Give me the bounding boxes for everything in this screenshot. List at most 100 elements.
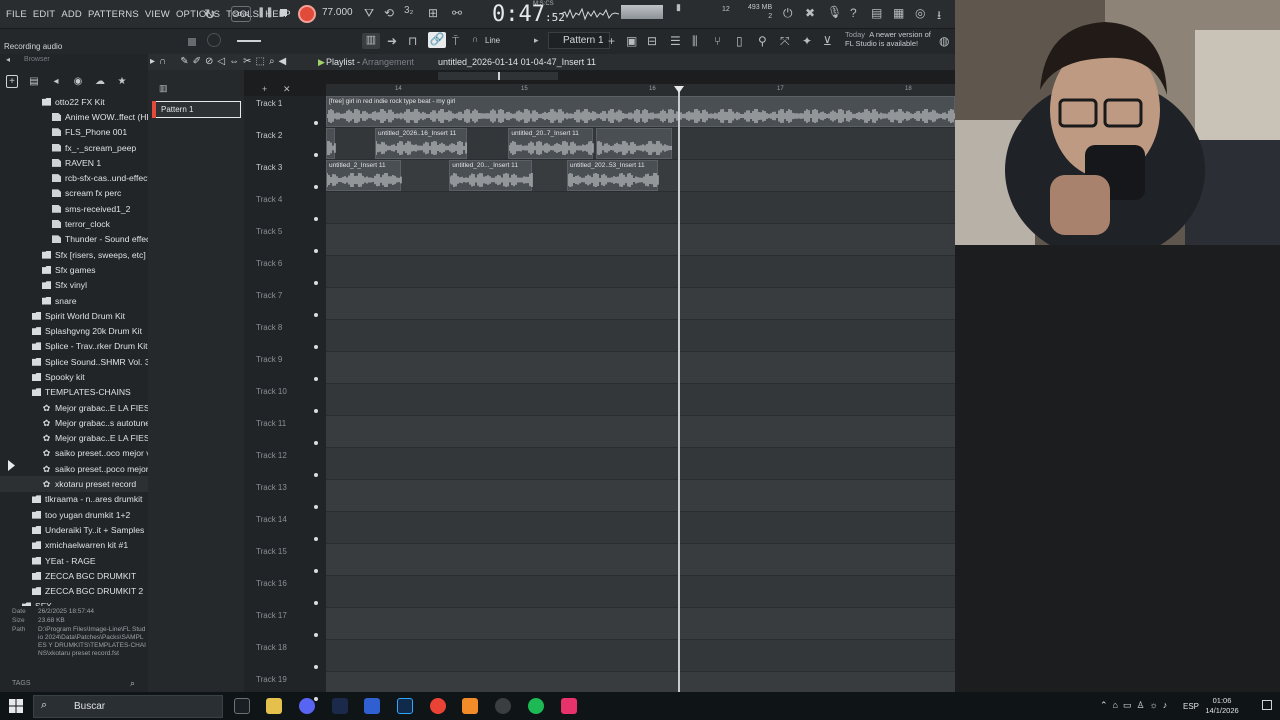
track-name[interactable]: Track 6 [256,259,282,268]
track-enable-led[interactable] [314,377,318,381]
track-name[interactable]: Track 18 [256,643,287,652]
save-icon[interactable]: ▤ [871,6,882,20]
chrome-icon[interactable] [430,698,446,714]
pattern-prev-icon[interactable]: ▸ [534,35,539,46]
track-enable-led[interactable] [314,665,318,669]
track-enable-led[interactable] [314,633,318,637]
track-enable-led[interactable] [314,281,318,285]
browser-menu-icon[interactable]: ◂ [6,55,10,64]
track-lane[interactable] [326,416,955,448]
master-volume-slider[interactable] [237,40,261,42]
track-name[interactable]: Track 12 [256,451,287,460]
obs-icon[interactable] [495,698,511,714]
cart-icon[interactable]: ⊻ [823,34,832,48]
discord-icon[interactable] [299,698,315,714]
track-lane[interactable] [326,224,955,256]
playback-tool-icon[interactable]: ◀ [279,56,287,67]
zoom-tool-icon[interactable]: ⌕ [269,56,275,67]
notifications-icon[interactable] [1262,700,1272,710]
browser-item[interactable]: Splice - Trav..rker Drum Kit [0,339,148,354]
track-lane[interactable] [326,640,955,672]
track-name[interactable]: Track 3 [256,163,282,172]
track-name[interactable]: Track 2 [256,131,282,140]
browser-item[interactable]: ✿ saiko preset..oco mejor v2 [0,446,148,461]
browser-item[interactable]: Splashgvng 20k Drum Kit [0,323,148,338]
track-lane[interactable] [326,288,955,320]
track-lane[interactable] [326,192,955,224]
refresh-icon[interactable]: ↻ [204,6,216,23]
power-icon[interactable]: ⏻ [783,6,793,21]
star-icon[interactable]: ★ [116,76,128,87]
track-lane[interactable] [326,512,955,544]
browser-item[interactable]: FLS_Phone 001 [0,125,148,140]
capcut-icon[interactable] [561,698,577,714]
browser-item[interactable]: TEMPLATES-CHAINS [0,385,148,400]
browser-item[interactable]: RAVEN 1 [0,155,148,170]
track-lane[interactable] [326,256,955,288]
track-lane[interactable] [326,384,955,416]
paint-tool-icon[interactable]: ✐ [193,56,201,67]
track-lane[interactable] [326,480,955,512]
metronome-icon[interactable]: ⛛ [364,6,374,21]
add-track-icon[interactable]: + [262,84,267,94]
track-lane[interactable] [326,320,955,352]
track-lane[interactable] [326,576,955,608]
track-name[interactable]: Track 10 [256,387,287,396]
mute-tool-icon[interactable]: ◁ [217,56,225,67]
track-name[interactable]: Track 16 [256,579,287,588]
track-name[interactable]: Track 19 [256,675,287,684]
menu-patterns[interactable]: PATTERNS [88,9,139,20]
loop-record-icon[interactable]: ⟲ [384,6,394,20]
browser-item[interactable]: ✿ saiko preset..poco mejor [0,461,148,476]
brush-icon[interactable]: ⤧ [780,34,790,49]
menu-add[interactable]: ADD [61,9,82,20]
task-view-icon[interactable] [234,698,250,714]
track-name[interactable]: Track 13 [256,483,287,492]
playhead-marker-icon[interactable] [674,86,684,93]
blend-icon[interactable]: ⚯ [452,6,462,20]
step-edit-icon[interactable]: ⊞ [428,6,438,20]
audio-clip[interactable]: untitled_2_Insert 11 [326,160,402,191]
playlist-grid[interactable]: [free] girl in red indie rock type beat … [326,96,955,692]
browser-item[interactable]: Sfx [risers, sweeps, etc] [0,247,148,262]
slip-tool-icon[interactable]: ⇔ [229,56,239,67]
track-name[interactable]: Track 17 [256,611,287,620]
close-icon[interactable]: ✕ [283,84,291,95]
files-icon[interactable]: ▤ [28,76,40,87]
stop-icon[interactable] [280,9,287,16]
track-enable-led[interactable] [314,217,318,221]
pattern-view-icon[interactable]: ▥ [159,83,168,94]
audio-clip[interactable] [326,128,336,159]
slice-tool-icon[interactable]: ✂ [243,56,251,67]
track-enable-led[interactable] [314,569,318,573]
stamp-icon[interactable]: ⍑ [452,34,459,49]
delete-tool-icon[interactable]: ⊘ [205,56,213,67]
track-enable-led[interactable] [314,313,318,317]
audio-clip[interactable]: [free] girl in red indie rock type beat … [326,96,955,127]
browser-item[interactable]: tlkraama - n..ares drumkit [0,492,148,507]
track-enable-led[interactable] [314,345,318,349]
browser-item[interactable]: sms-received1_2 [0,201,148,216]
document-icon[interactable]: ▯ [736,34,743,48]
select-tool-icon[interactable]: ⬚ [255,56,264,67]
pattern-item[interactable]: Pattern 1 [152,101,241,118]
track-name[interactable]: Track 4 [256,195,282,204]
audio-clip[interactable] [596,128,672,159]
magnet-tool-icon[interactable]: ∩ [159,56,166,67]
track-enable-led[interactable] [314,441,318,445]
help-icon[interactable]: ? [850,6,857,20]
browser-item[interactable]: too yugan drumkit 1+2 [0,507,148,522]
track-enable-led[interactable] [314,185,318,189]
browser-item[interactable]: Thunder - Sound effect [0,232,148,247]
browser-item[interactable]: ✿ Mejor grabac..E LA FIESTA [0,400,148,415]
record-button[interactable] [298,5,316,23]
track-enable-led[interactable] [314,537,318,541]
snap-magnet-icon[interactable]: ∩ [472,34,478,44]
spotify-icon[interactable] [528,698,544,714]
browser-item[interactable]: SFX [0,599,148,606]
track-enable-led[interactable] [314,153,318,157]
browser-item[interactable]: ✿ Mejor grabac..s autotune) [0,415,148,430]
menu-file[interactable]: FILE [6,9,27,20]
fl-studio-icon[interactable] [462,698,478,714]
song-mode-toggle[interactable]: SONG [231,6,251,22]
